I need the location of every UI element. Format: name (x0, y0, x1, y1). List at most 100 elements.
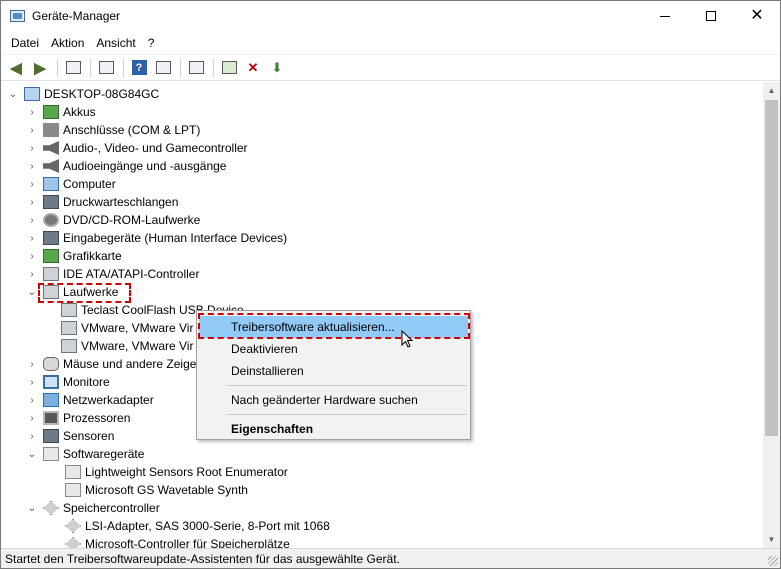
expand-icon[interactable]: › (26, 359, 38, 370)
menu-item-label: Deaktivieren (231, 342, 298, 356)
storage-controller-icon (43, 501, 59, 515)
show-hide-tree-button[interactable] (62, 58, 84, 78)
disk-drive-icon (61, 321, 77, 335)
tree-item[interactable]: VMware, VMware Vir (61, 337, 193, 355)
network-adapter-icon (43, 393, 59, 407)
storage-controller-icon (65, 519, 81, 533)
expand-icon[interactable]: › (26, 197, 38, 208)
mouse-icon (43, 357, 59, 371)
action-pane-button[interactable] (152, 58, 174, 78)
uninstall-device-button[interactable]: ✕ (242, 58, 264, 78)
tree-item[interactable]: › IDE ATA/ATAPI-Controller (26, 265, 199, 283)
enable-device-icon: ⬇ (271, 59, 283, 75)
help-button[interactable]: ? (128, 58, 150, 78)
tree-item[interactable]: › Eingabegeräte (Human Interface Devices) (26, 229, 287, 247)
menu-aktion[interactable]: Aktion (45, 36, 90, 50)
tree-item[interactable]: › Grafikkarte (26, 247, 122, 265)
properties-button[interactable] (95, 58, 117, 78)
tree-item[interactable]: › Computer (26, 175, 116, 193)
menu-item-disable[interactable]: Deaktivieren (199, 338, 468, 360)
collapse-icon[interactable]: ⌄ (26, 449, 38, 460)
tree-item[interactable]: Lightweight Sensors Root Enumerator (65, 463, 288, 481)
tree-item[interactable]: › Akkus (26, 103, 96, 121)
status-bar: Startet den Treibersoftwareupdate-Assist… (1, 548, 780, 568)
expand-icon[interactable]: › (26, 107, 38, 118)
tree-item[interactable]: ⌄ Softwaregeräte (26, 445, 144, 463)
menu-datei[interactable]: Datei (5, 36, 45, 50)
tree-item[interactable]: ⌄ Speichercontroller (26, 499, 160, 517)
expand-icon[interactable]: › (26, 125, 38, 136)
tree-item-label: Softwaregeräte (63, 447, 145, 461)
expand-icon[interactable]: › (26, 233, 38, 244)
close-button[interactable]: ✕ (734, 1, 780, 31)
tree-root[interactable]: ⌄ DESKTOP-08G84GC (7, 85, 159, 103)
collapse-icon[interactable]: ⌄ (7, 89, 19, 100)
disc-drive-icon (43, 213, 59, 227)
tree-item[interactable]: LSI-Adapter, SAS 3000-Serie, 8-Port mit … (65, 517, 330, 535)
tree-item[interactable]: › Anschlüsse (COM & LPT) (26, 121, 200, 139)
scroll-down-icon[interactable]: ▼ (763, 531, 780, 548)
toolbar-separator (180, 58, 181, 77)
toolbar-separator (123, 58, 124, 77)
tree-item-label: Druckwarteschlangen (63, 195, 179, 209)
speaker-icon (43, 141, 59, 155)
expand-icon[interactable]: › (26, 161, 38, 172)
minimize-button[interactable] (642, 1, 688, 31)
expand-icon[interactable]: › (26, 431, 38, 442)
tree-item-label: IDE ATA/ATAPI-Controller (63, 267, 200, 281)
toolbar-separator (90, 58, 91, 77)
tree-item[interactable]: Microsoft GS Wavetable Synth (65, 481, 248, 499)
menu-help[interactable]: ? (142, 36, 161, 50)
menu-item-properties[interactable]: Eigenschaften (199, 418, 468, 440)
menu-item-uninstall[interactable]: Deinstallieren (199, 360, 468, 382)
forward-button[interactable]: ▶ (29, 58, 51, 78)
resize-grip-icon[interactable] (768, 556, 778, 566)
expand-icon[interactable]: › (26, 413, 38, 424)
tree-item[interactable]: › Sensoren (26, 427, 114, 445)
tree-item[interactable]: › Netzwerkadapter (26, 391, 154, 409)
tree-item[interactable]: › Monitore (26, 373, 110, 391)
expand-icon[interactable]: › (26, 179, 38, 190)
menu-item-scan-hardware[interactable]: Nach geänderter Hardware suchen (199, 389, 468, 411)
back-button[interactable]: ◀ (5, 58, 27, 78)
tree-item[interactable]: VMware, VMware Vir (61, 319, 193, 337)
enable-device-button[interactable]: ⬇ (266, 58, 288, 78)
tree-item[interactable]: › DVD/CD-ROM-Laufwerke (26, 211, 200, 229)
minimize-icon (660, 15, 670, 17)
tree-item[interactable]: › Audioeingänge und -ausgänge (26, 157, 226, 175)
properties-icon (98, 61, 114, 74)
forward-arrow-icon: ▶ (34, 59, 46, 77)
tree-item[interactable]: Microsoft-Controller für Speicherplätze (65, 535, 290, 548)
menu-ansicht[interactable]: Ansicht (90, 36, 141, 50)
tree-item-laufwerke[interactable]: ⌄ Laufwerke (26, 283, 118, 301)
tree-item[interactable]: › Audio-, Video- und Gamecontroller (26, 139, 248, 157)
collapse-icon[interactable]: ⌄ (26, 503, 38, 514)
update-driver-button[interactable] (218, 58, 240, 78)
tree-item[interactable]: › Druckwarteschlangen (26, 193, 178, 211)
tree-item-label: Grafikkarte (63, 249, 122, 263)
expand-icon[interactable]: › (26, 269, 38, 280)
scrollbar-thumb[interactable] (765, 100, 778, 436)
expand-icon[interactable]: › (26, 143, 38, 154)
speaker-icon (43, 159, 59, 173)
expand-icon[interactable]: › (26, 377, 38, 388)
close-icon: ✕ (750, 7, 764, 24)
collapse-icon[interactable]: ⌄ (26, 287, 38, 298)
scroll-up-icon[interactable]: ▲ (763, 82, 780, 99)
tree-item[interactable]: › Prozessoren (26, 409, 130, 427)
menu-item-update-driver[interactable]: Treibersoftware aktualisieren... (199, 316, 468, 338)
help-icon: ? (131, 60, 147, 75)
scan-hardware-button[interactable] (185, 58, 207, 78)
tree-item-label: DVD/CD-ROM-Laufwerke (63, 213, 201, 227)
expand-icon[interactable]: › (26, 251, 38, 262)
expand-icon[interactable]: › (26, 215, 38, 226)
toolbar-separator (213, 58, 214, 77)
software-device-icon (65, 483, 81, 497)
tree-item-label: Laufwerke (63, 285, 119, 299)
display-adapter-icon (43, 249, 59, 263)
maximize-button[interactable] (688, 1, 734, 31)
expand-icon[interactable]: › (26, 395, 38, 406)
tree-item[interactable]: › Mäuse und andere Zeige (26, 355, 196, 373)
tree-root-label: DESKTOP-08G84GC (44, 87, 160, 101)
vertical-scrollbar[interactable]: ▲ ▼ (763, 82, 780, 548)
